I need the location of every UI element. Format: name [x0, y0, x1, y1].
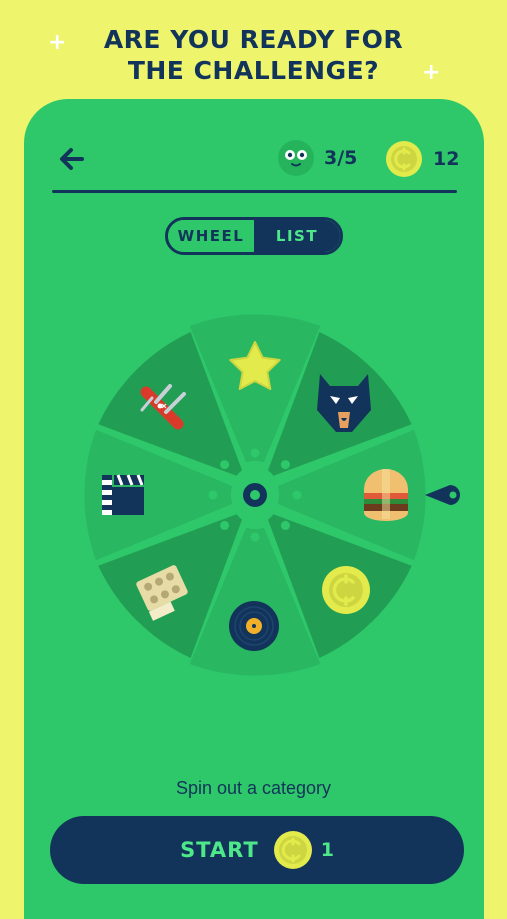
lives-value: 3/5 — [324, 147, 358, 169]
view-toggle[interactable]: WHEEL LIST — [165, 217, 343, 255]
lives-counter: 3/5 — [278, 140, 357, 176]
wheel-pointer-icon — [425, 485, 460, 505]
title-line-1: ARE YOU READY FOR — [103, 25, 404, 54]
toggle-wheel-option[interactable]: WHEEL — [168, 220, 254, 252]
page-title: ARE YOU READY FOR THE CHALLENGE? — [0, 24, 507, 86]
coin-icon — [273, 831, 312, 869]
toggle-list-option[interactable]: LIST — [254, 220, 340, 252]
header-divider — [52, 190, 457, 193]
coin-icon — [386, 141, 422, 177]
arrow-left-icon — [60, 148, 84, 170]
start-cost: 1 — [320, 839, 334, 861]
monster-face-icon — [278, 140, 314, 176]
start-button[interactable]: START 1 — [50, 816, 464, 884]
category-wheel[interactable] — [50, 310, 480, 710]
start-button-label: START — [180, 838, 259, 862]
coin-icon — [322, 566, 370, 614]
spin-caption: Spin out a category — [175, 778, 332, 798]
clapperboard-icon — [102, 474, 144, 515]
back-button[interactable] — [56, 143, 88, 175]
title-line-2: THE CHALLENGE? — [127, 56, 380, 85]
coins-value: 12 — [433, 148, 460, 170]
vinyl-record-icon — [229, 601, 279, 651]
coins-counter: 12 — [385, 140, 459, 178]
burger-icon — [364, 469, 408, 521]
